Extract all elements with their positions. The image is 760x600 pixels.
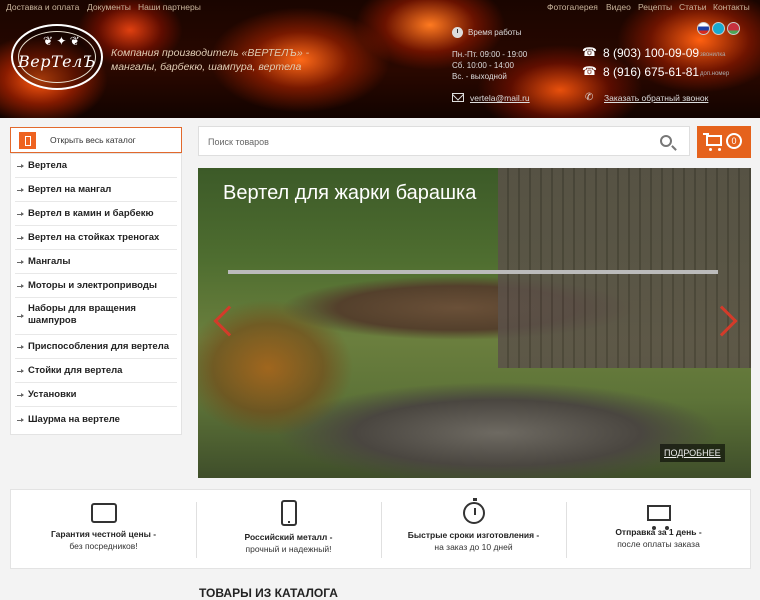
header: Доставка и оплата Документы Наши партнер… xyxy=(0,0,760,118)
hours-list: Пн.-Пт. 09:00 - 19:00 Сб. 10:00 - 14:00 … xyxy=(452,49,527,82)
hours-title: Время работы xyxy=(468,28,522,37)
search-icon[interactable] xyxy=(660,135,672,147)
feature-subtitle: после оплаты заказа xyxy=(617,539,700,549)
catalog-menu: Вертела Вертел на мангал Вертел в камин … xyxy=(10,153,182,435)
toplink-documents[interactable]: Документы xyxy=(87,2,131,12)
wallet-icon xyxy=(90,503,117,523)
banner-next-arrow-icon[interactable] xyxy=(706,304,738,340)
cart-count-badge: 0 xyxy=(726,133,742,149)
search-bar[interactable]: Поиск товаров xyxy=(198,126,690,156)
hours-weekdays: Пн.-Пт. 09:00 - 19:00 xyxy=(452,50,528,59)
smartphone-icon xyxy=(280,500,297,526)
feature-metal: Российский металл - прочный и надежный! xyxy=(196,500,381,554)
toplink-delivery[interactable]: Доставка и оплата xyxy=(6,2,79,12)
open-catalog-label: Открыть весь каталог xyxy=(50,135,136,145)
banner-prev-arrow-icon[interactable] xyxy=(210,304,245,340)
stopwatch-icon xyxy=(462,498,485,524)
feature-title: Быстрые сроки изготовления - xyxy=(407,530,540,540)
search-input[interactable]: Поиск товаров xyxy=(208,137,269,147)
toplink-contacts[interactable]: Контакты xyxy=(713,2,750,12)
phone-note-1: звонилка xyxy=(700,52,726,58)
menu-item-motory[interactable]: Моторы и электроприводы xyxy=(15,274,177,298)
menu-item-vertela[interactable]: Вертела xyxy=(15,154,177,178)
menu-item-stoiki[interactable]: Стойки для вертела xyxy=(15,359,177,383)
phone-number-1[interactable]: 8 (903) 100-09-09 xyxy=(603,46,699,60)
menu-item-shaurma[interactable]: Шаурма на вертеле xyxy=(15,407,177,433)
feature-price: Гарантия честной цены - без посредников! xyxy=(11,500,196,551)
menu-item-prisposobleniya[interactable]: Приспособления для вертела xyxy=(15,335,177,359)
phone-icon: ☎ xyxy=(582,64,597,78)
hours-saturday: Сб. 10:00 - 14:00 xyxy=(452,61,514,70)
toplink-video[interactable]: Видео xyxy=(606,2,631,12)
logo-text: ВерТелЪ xyxy=(17,52,96,71)
hours-sunday: Вс. - выходной xyxy=(452,72,507,81)
logo[interactable]: ❦ ✦ ❦ ВерТелЪ xyxy=(11,24,103,90)
banner-title: Вертел для жарки барашка xyxy=(223,182,477,204)
callback-link[interactable]: Заказать обратный звонок xyxy=(604,93,708,103)
cart-icon xyxy=(703,133,722,151)
toplink-articles[interactable]: Статьи xyxy=(679,2,707,12)
feature-speed: Быстрые сроки изготовления - на заказ до… xyxy=(381,498,566,552)
cart-button[interactable]: 0 xyxy=(697,126,751,158)
feature-shipping: Отправка за 1 день - после оплаты заказа xyxy=(566,500,751,549)
email-link[interactable]: vertela@mail.ru xyxy=(470,93,530,103)
toplink-partners[interactable]: Наши партнеры xyxy=(138,2,201,12)
phone-icon: ☎ xyxy=(582,45,597,59)
phone-number-2[interactable]: 8 (916) 675-61-81 xyxy=(603,65,699,79)
hero-banner[interactable]: Вертел для жарки барашка ПОДРОБНЕЕ xyxy=(198,168,751,478)
feature-title: Отправка за 1 день - xyxy=(615,527,702,537)
banner-more-button[interactable]: ПОДРОБНЕЕ xyxy=(660,444,725,462)
company-tagline: Компания производитель «ВЕРТЕЛЪ» - манга… xyxy=(111,47,310,73)
features-strip: Гарантия честной цены - без посредников!… xyxy=(10,489,751,569)
callback-phone-icon: ✆ xyxy=(585,92,594,103)
banner-fence xyxy=(498,168,751,368)
banner-spit xyxy=(228,270,718,274)
flag-by-icon[interactable] xyxy=(727,22,740,35)
toplink-recipes[interactable]: Рецепты xyxy=(638,2,672,12)
logo-ornament-icon: ❦ ✦ ❦ xyxy=(43,34,80,48)
menu-item-mangaly[interactable]: Мангалы xyxy=(15,250,177,274)
menu-item-vertel-stoiki[interactable]: Вертел на стойках треногах xyxy=(15,226,177,250)
toplink-gallery[interactable]: Фотогалерея xyxy=(547,2,598,12)
truck-icon xyxy=(646,505,671,530)
section-title: ТОВАРЫ ИЗ КАТАЛОГА xyxy=(199,586,338,600)
feature-subtitle: прочный и надежный! xyxy=(245,544,332,554)
flag-ru-icon[interactable] xyxy=(697,22,710,35)
menu-item-nabory[interactable]: Наборы для вращения шампуров xyxy=(15,298,177,335)
flag-kz-icon[interactable] xyxy=(712,22,725,35)
phone-note-2: доп.номер xyxy=(700,71,730,77)
feature-title: Гарантия честной цены - xyxy=(50,529,157,539)
clock-icon xyxy=(452,27,463,38)
feature-subtitle: на заказ до 10 дней xyxy=(434,542,513,552)
open-catalog-button[interactable]: Открыть весь каталог xyxy=(10,127,182,153)
menu-item-ustanovki[interactable]: Установки xyxy=(15,383,177,407)
mail-icon xyxy=(452,93,464,102)
catalog-icon xyxy=(19,131,36,149)
feature-title: Российский металл - xyxy=(244,532,333,542)
language-flags xyxy=(697,22,740,35)
menu-item-vertel-kamin[interactable]: Вертел в камин и барбекю xyxy=(15,202,177,226)
feature-subtitle: без посредников! xyxy=(69,541,138,551)
menu-item-vertel-mangal[interactable]: Вертел на мангал xyxy=(15,178,177,202)
